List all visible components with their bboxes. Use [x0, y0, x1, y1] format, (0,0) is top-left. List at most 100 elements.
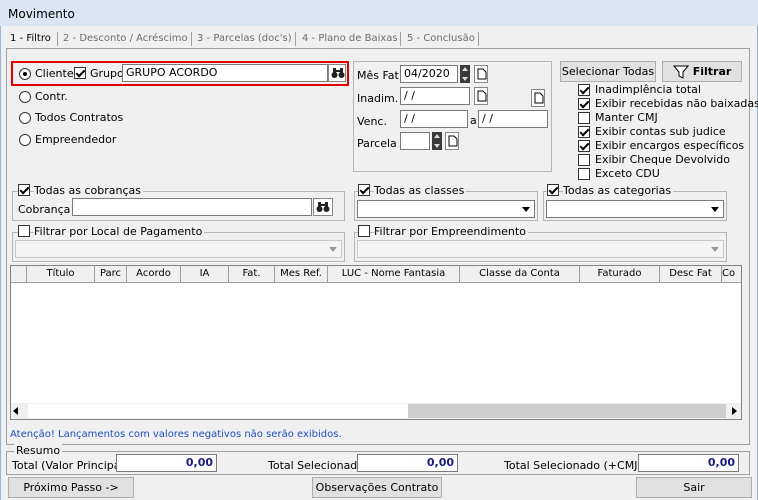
tab-filtro[interactable]: 1 - Filtro — [10, 30, 51, 48]
empreendimento-label: Filtrar por Empreendimento — [374, 225, 528, 238]
cobranca-field-label: Cobrança — [18, 203, 71, 216]
tab-conclusao[interactable]: 5 - Conclusão — [407, 30, 475, 48]
resumo-title: Resumo — [14, 444, 63, 457]
mes-fat-input[interactable]: 04/2020 — [400, 65, 458, 83]
todos-contratos-label: Todos Contratos — [35, 111, 124, 124]
option-checkbox[interactable] — [578, 126, 590, 138]
col-luc-nome[interactable]: LUC - Nome Fantasia — [328, 266, 460, 282]
chevron-down-icon — [518, 201, 534, 217]
parcela-spinner[interactable] — [432, 132, 442, 150]
inadim-label: Inadim. — [357, 92, 399, 105]
chevron-down-icon — [707, 201, 723, 217]
option-checkbox[interactable] — [578, 154, 590, 166]
option-checkbox[interactable] — [578, 112, 590, 124]
page-icon — [448, 135, 458, 147]
todas-classes-checkbox[interactable] — [358, 184, 370, 196]
chevron-down-icon — [707, 241, 723, 257]
col-acordo[interactable]: Acordo — [127, 266, 181, 282]
empreendedor-label: Empreendedor — [35, 133, 117, 146]
option-label: Inadimplência total — [595, 83, 701, 96]
mes-fat-spinner[interactable] — [460, 65, 470, 83]
option-label: Exibir contas sub judice — [595, 125, 726, 138]
inadim-input[interactable]: / / — [400, 87, 470, 105]
option-checkbox[interactable] — [578, 140, 590, 152]
page-icon — [534, 92, 544, 104]
mes-fat-page-button[interactable] — [474, 65, 488, 83]
local-pagamento-label: Filtrar por Local de Pagamento — [34, 225, 205, 238]
local-pagamento-select[interactable] — [15, 240, 342, 258]
option-checkbox[interactable] — [578, 84, 590, 96]
parcela-page-button[interactable] — [445, 132, 459, 150]
todas-classes-label: Todas as classes — [374, 184, 467, 197]
inadim-extra-button[interactable] — [531, 89, 545, 107]
col-classe-conta[interactable]: Classe da Conta — [460, 266, 580, 282]
empreendimento-checkbox[interactable] — [358, 225, 370, 237]
warning-text: Atenção! Lançamentos com valores negativ… — [10, 429, 342, 440]
option-label: Exibir recebidas não baixadas — [595, 97, 758, 110]
venc-from-input[interactable]: / / — [400, 110, 468, 128]
movimento-window: Movimento 1 - Filtro 2 - Desconto / Acré… — [0, 0, 758, 500]
empreendimento-select[interactable] — [357, 240, 724, 258]
col-mes-ref[interactable]: Mes Ref. — [275, 266, 328, 282]
cobranca-input[interactable] — [72, 198, 312, 216]
col-ia[interactable]: IA — [181, 266, 229, 282]
next-step-button[interactable]: Próximo Passo -> — [8, 477, 134, 498]
total-selecionado-cmjd-value: 0,00 — [638, 454, 739, 472]
local-pagamento-checkbox[interactable] — [18, 225, 30, 237]
mes-fat-label: Mês Fat. — [357, 69, 403, 82]
todas-categorias-label: Todas as categorias — [563, 184, 674, 197]
filtrar-label: Filtrar — [692, 65, 732, 78]
col-titulo[interactable]: Título — [27, 266, 95, 282]
venc-a-label: a — [470, 114, 477, 127]
option-checkbox[interactable] — [578, 98, 590, 110]
todas-categorias-checkbox[interactable] — [547, 184, 559, 196]
scroll-thumb[interactable] — [408, 404, 726, 418]
col-parc[interactable]: Parc — [95, 266, 127, 282]
total-selecionado-value: 0,00 — [357, 454, 458, 472]
tab-plano-baixas[interactable]: 4 - Plano de Baixas — [302, 30, 398, 48]
total-selecionado-label: Total Selecionado — [268, 459, 365, 472]
funnel-icon — [672, 65, 689, 79]
todos-contratos-radio[interactable] — [19, 112, 31, 124]
tab-parcelas[interactable]: 3 - Parcelas (doc's) — [197, 30, 292, 48]
cobranca-search-button[interactable] — [313, 198, 333, 216]
option-label: Exibir Cheque Devolvido — [595, 153, 731, 166]
filtrar-button[interactable]: Filtrar — [662, 61, 742, 82]
binoculars-icon — [316, 202, 330, 212]
option-label: Exibir encargos específicos — [595, 139, 745, 152]
col-fat[interactable]: Fat. — [229, 266, 275, 282]
total-label: Total (Valor Principal) — [12, 459, 128, 472]
page-icon — [477, 68, 487, 80]
categorias-select[interactable] — [546, 200, 724, 218]
empreendedor-radio[interactable] — [19, 134, 31, 146]
scroll-right-icon[interactable] — [732, 407, 737, 415]
option-label: Exceto CDU — [595, 167, 660, 180]
tab-desconto[interactable]: 2 - Desconto / Acréscimo — [63, 30, 188, 48]
observacoes-button[interactable]: Observações Contrato — [312, 477, 442, 498]
total-value: 0,00 — [116, 454, 217, 472]
parcela-input[interactable] — [400, 132, 430, 150]
results-grid[interactable] — [10, 265, 742, 420]
select-all-button[interactable]: Selecionar Todas — [560, 61, 656, 82]
todas-cobrancas-checkbox[interactable] — [18, 184, 30, 196]
page-icon — [477, 90, 487, 102]
parcela-label: Parcela — [357, 137, 397, 150]
sair-button[interactable]: Sair — [636, 477, 752, 498]
col-faturado[interactable]: Faturado — [580, 266, 660, 282]
chevron-down-icon — [325, 241, 341, 257]
contr-label: Contr. — [35, 90, 68, 103]
col-desc-fat[interactable]: Desc Fat — [660, 266, 722, 282]
inadim-page-button[interactable] — [474, 87, 488, 105]
horizontal-scrollbar[interactable] — [11, 403, 741, 419]
venc-label: Venc. — [357, 115, 387, 128]
col-co[interactable]: Co — [722, 266, 741, 282]
contr-radio[interactable] — [19, 91, 31, 103]
title-bar[interactable]: Movimento — [0, 0, 758, 26]
venc-to-input[interactable]: / / — [478, 110, 548, 128]
grupo-highlight — [11, 61, 349, 86]
todas-cobrancas-label: Todas as cobranças — [34, 184, 144, 197]
scroll-left-icon[interactable] — [13, 407, 18, 415]
option-label: Manter CMJ — [595, 111, 658, 124]
classes-select[interactable] — [357, 200, 535, 218]
option-checkbox[interactable] — [578, 168, 590, 180]
